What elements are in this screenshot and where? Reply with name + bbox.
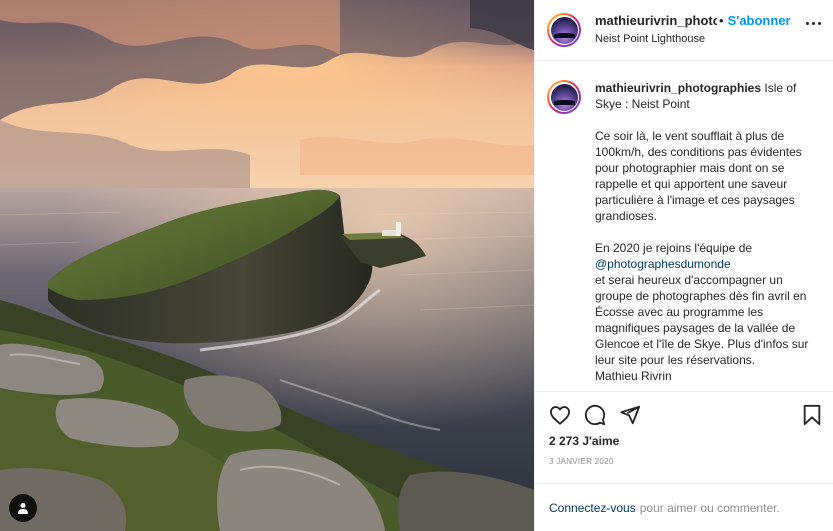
caption-paragraph-2-rest: et serai heureux d'accompagner un groupe… [595,273,809,367]
instagram-post: mathieurivrin_photo • S'abonner Neist Po… [0,0,833,531]
caption-paragraph-2: En 2020 je rejoins l'équipe de @photograp… [595,240,817,384]
avatar[interactable] [547,13,581,47]
post-date[interactable]: 3 JANVIER 2020 [535,450,833,469]
avatar-image [550,83,578,111]
comment-icon [584,404,606,426]
login-prompt: Connectez-vous pour aimer ou commenter. [535,483,833,531]
header-username[interactable]: mathieurivrin_photo [595,13,717,29]
more-dot [806,22,809,25]
mention-link[interactable]: @photographesdumonde [595,257,731,271]
comments-section: mathieurivrin_photographies Isle of Skye… [535,61,833,391]
post-header: mathieurivrin_photo • S'abonner Neist Po… [535,0,833,61]
post-side-panel: mathieurivrin_photo • S'abonner Neist Po… [534,0,833,531]
action-bar [535,391,833,426]
more-dot [818,22,821,25]
paper-plane-icon [620,405,641,425]
comment-button[interactable] [582,402,608,428]
login-link[interactable]: Connectez-vous [549,501,636,515]
bookmark-icon [803,404,821,426]
caption-paragraph-1: Ce soir là, le vent soufflait à plus de … [595,129,802,223]
avatar-ring [549,82,579,112]
likes-count[interactable]: 2 273 J'aime [535,424,833,450]
caption-signature: Mathieu Rivrin [595,369,672,383]
save-button[interactable] [799,402,825,428]
more-options-icon[interactable] [806,22,821,25]
location-link[interactable]: Neist Point Lighthouse [595,31,791,47]
more-dot [812,22,815,25]
caption-paragraph-2-intro: En 2020 je rejoins l'équipe de [595,241,753,255]
header-text: mathieurivrin_photo • S'abonner Neist Po… [595,13,791,47]
avatar-image [550,16,578,44]
user-tag-icon [18,503,28,514]
follow-button[interactable]: S'abonner [728,13,791,29]
caption-avatar[interactable] [547,80,581,114]
avatar-ring [549,15,579,45]
like-button[interactable] [547,402,573,428]
share-button[interactable] [617,402,643,428]
neist-point-landscape-image [0,0,534,531]
user-tag-button[interactable] [9,494,37,522]
caption-body: mathieurivrin_photographies Isle of Skye… [595,80,817,384]
caption-first-line: mathieurivrin_photographies Isle of Skye… [595,80,817,112]
caption-comment: mathieurivrin_photographies Isle of Skye… [547,80,821,384]
separator-dot: • [719,13,724,28]
login-prompt-text: pour aimer ou commenter. [639,500,780,515]
heart-icon [549,406,571,425]
caption-username[interactable]: mathieurivrin_photographies [595,81,761,95]
header-row: mathieurivrin_photo • S'abonner [595,13,791,29]
post-photo[interactable] [0,0,534,531]
